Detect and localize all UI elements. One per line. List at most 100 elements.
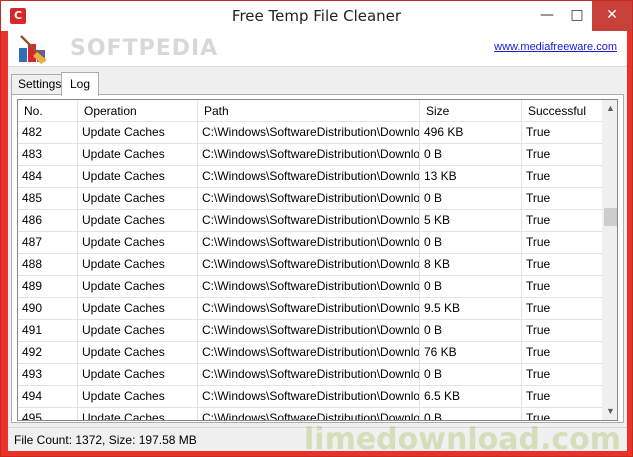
cell-operation: Update Caches	[78, 188, 198, 210]
cell-operation: Update Caches	[78, 232, 198, 254]
broom-logo-icon	[19, 35, 47, 64]
cell-path: C:\Windows\SoftwareDistribution\Downloa.…	[198, 342, 420, 364]
cell-operation: Update Caches	[78, 342, 198, 364]
cell-no: 484	[18, 166, 78, 188]
table-row[interactable]: 487 Update Caches C:\Windows\SoftwareDistr…	[18, 232, 602, 254]
cell-size: 0 B	[420, 320, 522, 342]
cell-no: 485	[18, 188, 78, 210]
cell-no: 487	[18, 232, 78, 254]
table-row[interactable]: 485 Update Caches C:\Windows\SoftwareDistr…	[18, 188, 602, 210]
cell-size: 6.5 KB	[420, 386, 522, 408]
column-header-successful[interactable]: Successful	[522, 100, 602, 122]
cell-no: 494	[18, 386, 78, 408]
column-header-size[interactable]: Size	[420, 100, 522, 122]
table-header: No. Operation Path Size Successful	[18, 100, 602, 122]
cell-no: 490	[18, 298, 78, 320]
cell-size: 0 B	[420, 276, 522, 298]
cell-no: 495	[18, 408, 78, 420]
table-row[interactable]: 494 Update Caches C:\Windows\SoftwareDistr…	[18, 386, 602, 408]
cell-path: C:\Windows\SoftwareDistribution\Downloa.…	[198, 188, 420, 210]
cell-size: 0 B	[420, 188, 522, 210]
cell-path: C:\Windows\SoftwareDistribution\Downloa.…	[198, 232, 420, 254]
cell-no: 489	[18, 276, 78, 298]
table-row[interactable]: 489 Update Caches C:\Windows\SoftwareDistr…	[18, 276, 602, 298]
cell-size: 76 KB	[420, 342, 522, 364]
cell-operation: Update Caches	[78, 210, 198, 232]
cell-no: 482	[18, 122, 78, 144]
cell-size: 496 KB	[420, 122, 522, 144]
table-row[interactable]: 495 Update Caches C:\Windows\SoftwareDistr…	[18, 408, 602, 421]
cell-successful: True	[526, 323, 551, 337]
cell-operation: Update Caches	[78, 386, 198, 408]
scrollbar-thumb[interactable]	[604, 208, 617, 226]
table-row[interactable]: 484 Update Caches C:\Windows\SoftwareDistr…	[18, 166, 602, 188]
cell-path: C:\Windows\SoftwareDistribution\Downloa.…	[198, 298, 420, 320]
maximize-button[interactable]: □	[562, 1, 592, 31]
chevron-down-icon[interactable]: ▼	[602, 403, 617, 420]
cell-path: C:\Windows\SoftwareDistribution\Downloa.…	[198, 386, 420, 408]
cell-operation: Update Caches	[78, 276, 198, 298]
cell-size: 0 B	[420, 408, 522, 420]
cell-successful: True	[526, 191, 551, 205]
cell-successful: True	[526, 389, 551, 403]
status-bar: File Count: 1372, Size: 197.58 MB limedo…	[8, 422, 627, 457]
table-row[interactable]: 486 Update Caches C:\Windows\SoftwareDistr…	[18, 210, 602, 232]
client-area: SOFTPEDIA www.mediafreeware.com Settings…	[8, 31, 627, 457]
cell-no: 491	[18, 320, 78, 342]
minimize-button[interactable]: —	[532, 1, 562, 31]
table-row[interactable]: 488 Update Caches C:\Windows\SoftwareDistr…	[18, 254, 602, 276]
cell-operation: Update Caches	[78, 320, 198, 342]
cell-operation: Update Caches	[78, 408, 198, 420]
cell-size: 13 KB	[420, 166, 522, 188]
cell-path: C:\Windows\SoftwareDistribution\Downloa.…	[198, 254, 420, 276]
cell-operation: Update Caches	[78, 254, 198, 276]
header-banner: SOFTPEDIA www.mediafreeware.com	[8, 31, 627, 67]
limedownload-watermark: limedownload.com	[304, 422, 621, 457]
cell-path: C:\Windows\SoftwareDistribution\Downloa.…	[198, 408, 420, 420]
table-row[interactable]: 482 Update Caches C:\Windows\SoftwareDistr…	[18, 122, 602, 144]
close-button[interactable]: ✕	[592, 1, 632, 31]
cell-operation: Update Caches	[78, 298, 198, 320]
cell-successful: True	[526, 411, 551, 421]
cell-operation: Update Caches	[78, 166, 198, 188]
cell-path: C:\Windows\SoftwareDistribution\Downloa.…	[198, 144, 420, 166]
cell-path: C:\Windows\SoftwareDistribution\Downloa.…	[198, 210, 420, 232]
cell-successful: True	[526, 279, 551, 293]
cell-size: 9.5 KB	[420, 298, 522, 320]
cell-path: C:\Windows\SoftwareDistribution\Downloa.…	[198, 276, 420, 298]
cell-successful: True	[526, 345, 551, 359]
column-header-operation[interactable]: Operation	[78, 100, 198, 122]
cell-no: 493	[18, 364, 78, 386]
column-header-path[interactable]: Path	[198, 100, 420, 122]
cell-path: C:\Windows\SoftwareDistribution\Downloa.…	[198, 122, 420, 144]
table-row[interactable]: 491 Update Caches C:\Windows\SoftwareDistr…	[18, 320, 602, 342]
cell-size: 0 B	[420, 232, 522, 254]
tab-settings[interactable]: Settings	[11, 74, 69, 94]
title-bar: C Free Temp File Cleaner — □ ✕	[1, 1, 632, 31]
cell-size: 0 B	[420, 144, 522, 166]
cell-path: C:\Windows\SoftwareDistribution\Downloa.…	[198, 364, 420, 386]
table-row[interactable]: 490 Update Caches C:\Windows\SoftwareDistr…	[18, 298, 602, 320]
softpedia-watermark: SOFTPEDIA	[70, 36, 219, 61]
cell-successful: True	[526, 367, 551, 381]
log-panel: No. Operation Path Size Successful 482 Up…	[11, 94, 624, 423]
chevron-up-icon[interactable]: ▲	[602, 100, 617, 117]
table-row[interactable]: 493 Update Caches C:\Windows\SoftwareDistr…	[18, 364, 602, 386]
tab-log[interactable]: Log	[61, 72, 100, 96]
cell-no: 492	[18, 342, 78, 364]
table-row[interactable]: 483 Update Caches C:\Windows\SoftwareDistr…	[18, 144, 602, 166]
cell-successful: True	[526, 301, 551, 315]
cell-successful: True	[526, 169, 551, 183]
vertical-scrollbar[interactable]: ▲ ▼	[602, 100, 617, 420]
file-count-status: File Count: 1372, Size: 197.58 MB	[14, 433, 197, 447]
website-link[interactable]: www.mediafreeware.com	[494, 41, 617, 53]
cell-path: C:\Windows\SoftwareDistribution\Downloa.…	[198, 166, 420, 188]
cell-no: 483	[18, 144, 78, 166]
column-header-no[interactable]: No.	[18, 100, 78, 122]
table-row[interactable]: 492 Update Caches C:\Windows\SoftwareDistr…	[18, 342, 602, 364]
cell-operation: Update Caches	[78, 122, 198, 144]
cell-successful: True	[526, 147, 551, 161]
app-window: C Free Temp File Cleaner — □ ✕ SOFTPEDIA…	[0, 0, 633, 457]
cell-no: 488	[18, 254, 78, 276]
cell-size: 5 KB	[420, 210, 522, 232]
